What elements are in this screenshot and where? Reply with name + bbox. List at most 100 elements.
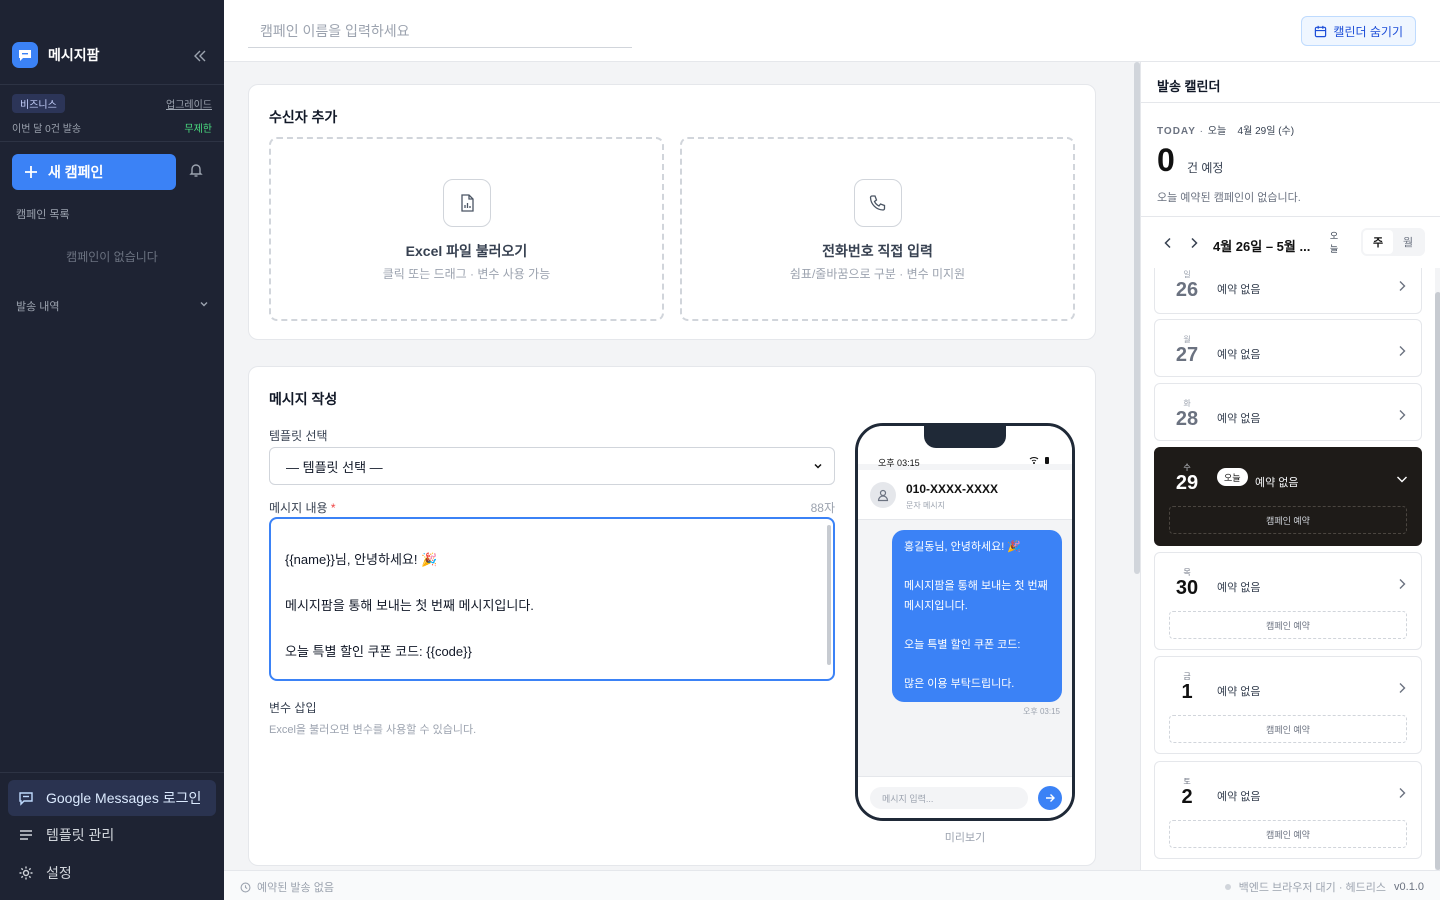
today-date: 4월 29일 (수) [1237,126,1295,137]
day-status: 예약 없음 [1217,791,1261,803]
list-icon [20,830,32,840]
day-status: 예약 없음 [1217,686,1261,698]
day-status: 예약 없음 [1217,349,1261,361]
wifi-battery-icon [1029,457,1049,464]
view-month-button[interactable]: 월 [1393,230,1423,254]
chevron-left-icon[interactable] [1161,236,1177,252]
campaign-name-input[interactable] [248,14,632,48]
backend-status: 백엔드 브라우저 대기 · 헤드리스 [1238,882,1387,894]
calendar-scroll-thumb[interactable] [1435,292,1440,870]
send-arrow-icon [1038,786,1062,810]
upgrade-link[interactable]: 업그레이드 [166,96,212,111]
message-icon [19,792,33,806]
new-campaign-button[interactable]: 새 캠페인 [12,154,176,190]
status-left: 예약된 발송 없음 [240,879,334,895]
chevron-right-icon [1399,346,1406,356]
chevron-right-icon[interactable] [1187,236,1203,252]
nav-settings[interactable]: 설정 [8,857,216,889]
chevron-right-icon [1399,579,1406,589]
day-number: 29 [1175,472,1199,494]
today-word: 오늘 [1207,126,1227,137]
brand[interactable]: 메시지팜 [12,42,100,68]
schedule-campaign-button[interactable]: 캠페인 예약 [1169,611,1407,639]
template-select-value: — 템플릿 선택 — [286,459,383,475]
usage-text: 이번 달 0건 발송 [12,124,82,135]
schedule-campaign-button[interactable]: 캠페인 예약 [1169,820,1407,848]
google-messages-login[interactable]: Google Messages 로그인 [8,780,216,816]
today-row: TODAY · 오늘 4월 29일 (수) [1157,126,1295,137]
history-label: 발송 내역 [16,301,60,313]
user-avatar-icon [870,482,896,508]
collapse-sidebar-icon[interactable] [190,46,210,66]
day-card[interactable]: 토 2 예약 없음 캠페인 예약 [1154,761,1422,859]
recipients-card: 수신자 추가 Excel 파일 불러오기 클릭 또는 드래그 · 변수 사용 가… [248,84,1096,340]
today-button[interactable]: 오늘 [1329,230,1339,256]
template-label: 템플릿 선택 [269,429,328,443]
phone-icon [853,179,902,227]
scheduled-count: 0 [1157,142,1175,178]
view-week-button[interactable]: 주 [1363,230,1393,254]
variables-hint: Excel을 불러오면 변수를 사용할 수 있습니다. [269,724,477,736]
manual-subtitle: 쉼표/줄바꿈으로 구분 · 변수 미지원 [789,267,966,281]
day-status: 예약 없음 [1217,582,1261,594]
day-card-today[interactable]: 수 29 오늘 예약 없음 캠페인 예약 [1154,447,1422,546]
calendar-scrollbar[interactable] [1435,268,1440,870]
manual-phone-dropzone[interactable]: 전화번호 직접 입력 쉼표/줄바꿈으로 구분 · 변수 미지원 [680,137,1075,321]
day-list: 일 26 예약 없음 월 27 예약 없음 화 28 예약 없음 수 29 오늘… [1141,268,1435,870]
manual-title: 전화번호 직접 입력 [822,243,933,259]
excel-dropzone[interactable]: Excel 파일 불러오기 클릭 또는 드래그 · 변수 사용 가능 [269,137,664,321]
required-mark: * [330,501,336,515]
app-name: 메시지팜 [48,47,100,63]
day-card[interactable]: 화 28 예약 없음 [1154,383,1422,441]
day-number: 26 [1175,279,1199,301]
phone-number: 010-XXXX-XXXX [906,482,999,496]
chevron-right-icon [1399,683,1406,693]
hide-calendar-button[interactable]: 캘린더 숨기기 [1301,16,1416,46]
nav-templates[interactable]: 템플릿 관리 [8,819,216,851]
campaign-list-label: 캠페인 목록 [16,209,70,221]
today-label: TODAY [1157,126,1196,137]
message-type: 문자 메시지 [906,501,946,510]
campaign-empty: 캠페인이 없습니다 [66,250,158,264]
status-right: 백엔드 브라우저 대기 · 헤드리스 v0.1.0 [1224,879,1424,895]
content-label: 메시지 내용 * [269,499,336,516]
chevron-right-icon [1399,410,1406,420]
history-toggle[interactable]: 발송 내역 [16,298,210,314]
compose-title: 메시지 작성 [269,391,338,407]
preview-label: 미리보기 [944,832,986,844]
today-badge: 오늘 [1217,468,1248,486]
bell-icon[interactable] [188,162,208,182]
divider [0,84,224,85]
google-messages-label: Google Messages 로그인 [46,790,202,806]
variables-label: 변수 삽입 [269,701,317,715]
day-card[interactable]: 월 27 예약 없음 [1154,319,1422,377]
chat-logo-icon [12,42,38,68]
recipients-title: 수신자 추가 [269,109,338,125]
topbar: 캘린더 숨기기 [224,0,1440,62]
chevron-right-icon [1399,281,1406,291]
message-textarea[interactable]: {{name}}님, 안녕하세요! 🎉 메시지팜을 통해 보내는 첫 번째 메시… [269,517,835,681]
phone-message-input: 메시지 입력... [870,787,1028,809]
day-card[interactable]: 금 1 예약 없음 캠페인 예약 [1154,656,1422,754]
day-card[interactable]: 일 26 예약 없음 [1154,268,1422,314]
phone-time: 오후 03:15 [878,458,920,468]
excel-title: Excel 파일 불러오기 [405,243,528,259]
day-number: 30 [1175,577,1199,599]
nav-settings-label: 설정 [46,865,72,881]
divider [0,141,224,142]
day-number: 28 [1175,408,1199,430]
schedule-campaign-button[interactable]: 캠페인 예약 [1169,506,1407,534]
day-number: 2 [1181,786,1193,808]
phone-preview: 오후 03:15 010-XXXX-XXXX 문자 메시지 홍길동님, 안녕하세… [855,423,1075,821]
status-bar: 예약된 발송 없음 백엔드 브라우저 대기 · 헤드리스 v0.1.0 [224,870,1440,900]
schedule-campaign-button[interactable]: 캠페인 예약 [1169,715,1407,743]
view-toggle: 주 월 [1361,228,1425,256]
template-select[interactable]: — 템플릿 선택 — [269,447,835,485]
divider [1141,102,1440,103]
divider [0,772,224,773]
phone-input-bar: 메시지 입력... [858,776,1072,818]
plan-badge: 비즈니스 [12,94,65,113]
chevron-down-icon [1397,476,1407,483]
day-card[interactable]: 목 30 예약 없음 캠페인 예약 [1154,552,1422,650]
textarea-scrollbar[interactable] [827,525,831,665]
